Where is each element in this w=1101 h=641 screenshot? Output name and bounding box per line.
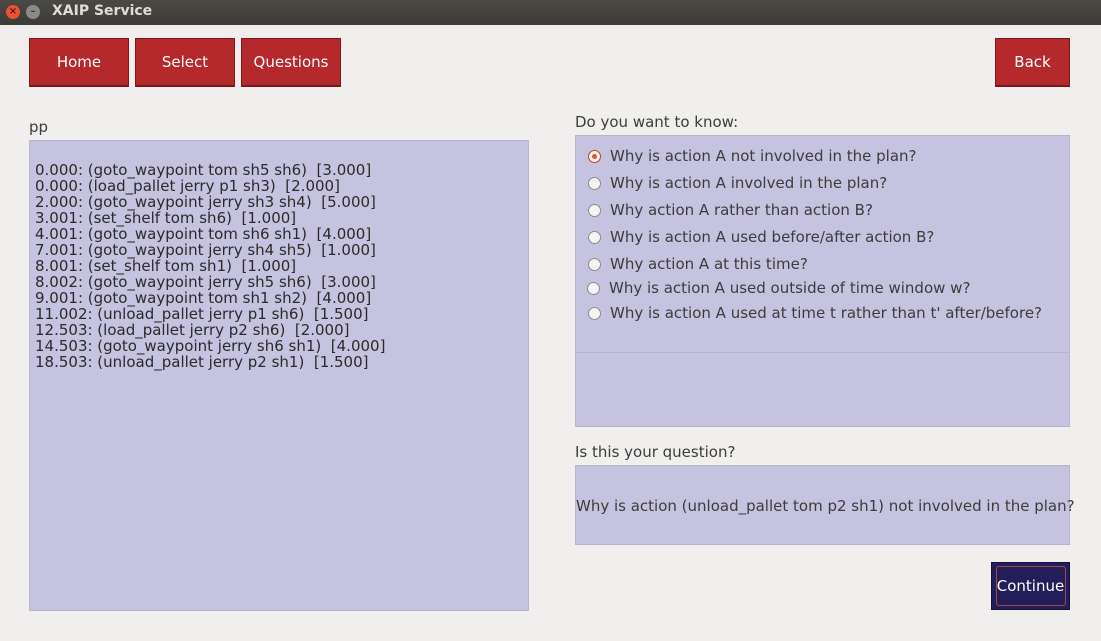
radio-button[interactable] (587, 281, 600, 295)
plan-line: 12.503: (load_pallet jerry p2 sh6) [2.00… (35, 321, 350, 339)
question-option-label: Why is action A involved in the plan? (610, 174, 888, 192)
select-button[interactable]: Select (135, 38, 235, 86)
question-option-label: Why is action A not involved in the plan… (610, 147, 917, 165)
questions-panel: Why is action A not involved in the plan… (575, 135, 1070, 427)
title-bar: × – XAIP Service (0, 0, 1101, 25)
question-option[interactable]: Why action A at this time? (588, 255, 808, 273)
question-option[interactable]: Why is action A used outside of time win… (587, 279, 970, 297)
radio-button[interactable] (588, 176, 601, 190)
questions-button[interactable]: Questions (241, 38, 341, 86)
plan-line: 18.503: (unload_pallet jerry p2 sh1) [1.… (35, 353, 369, 371)
home-button[interactable]: Home (29, 38, 129, 86)
plan-label: pp (29, 118, 49, 136)
plan-line: 2.000: (goto_waypoint jerry sh3 sh4) [5.… (35, 193, 376, 211)
radio-button[interactable] (588, 149, 601, 163)
question-option[interactable]: Why is action A used before/after action… (588, 228, 934, 246)
plan-line: 0.000: (load_pallet jerry p1 sh3) [2.000… (35, 177, 340, 195)
questions-label: Do you want to know: (575, 113, 739, 131)
question-option-label: Why is action A used at time t rather th… (610, 304, 1043, 322)
question-option[interactable]: Why is action A involved in the plan? (588, 174, 887, 192)
question-option-label: Why is action A used outside of time win… (609, 279, 971, 297)
plan-line: 0.000: (goto_waypoint tom sh5 sh6) [3.00… (35, 161, 372, 179)
radio-button[interactable] (588, 203, 601, 217)
confirm-panel: Why is action (unload_pallet tom p2 sh1)… (575, 465, 1075, 545)
question-option[interactable]: Why is action A not involved in the plan… (588, 147, 917, 165)
plan-list: 0.000: (goto_waypoint tom sh5 sh6) [3.00… (35, 162, 385, 370)
question-option-label: Why action A rather than action B? (610, 201, 873, 219)
panel-divider (576, 352, 1069, 353)
close-icon[interactable]: × (6, 5, 20, 19)
plan-line: 4.001: (goto_waypoint tom sh6 sh1) [4.00… (35, 225, 372, 243)
radio-button[interactable] (588, 257, 601, 271)
plan-line: 14.503: (goto_waypoint jerry sh6 sh1) [4… (35, 337, 386, 355)
plan-line: 8.001: (set_shelf tom sh1) [1.000] (35, 257, 297, 275)
plan-line: 11.002: (unload_pallet jerry p1 sh6) [1.… (35, 305, 369, 323)
plan-line: 9.001: (goto_waypoint tom sh1 sh2) [4.00… (35, 289, 372, 307)
question-option[interactable]: Why is action A used at time t rather th… (588, 304, 1042, 322)
minimize-icon[interactable]: – (26, 5, 40, 19)
plan-line: 3.001: (set_shelf tom sh6) [1.000] (35, 209, 297, 227)
plan-line: 7.001: (goto_waypoint jerry sh4 sh5) [1.… (35, 241, 376, 259)
back-button[interactable]: Back (995, 38, 1070, 86)
radio-button[interactable] (588, 230, 601, 244)
window-title: XAIP Service (52, 3, 153, 19)
confirm-label: Is this your question? (575, 443, 736, 461)
question-option-label: Why action A at this time? (610, 255, 808, 273)
continue-button[interactable]: Continue (991, 562, 1070, 610)
radio-button[interactable] (588, 306, 601, 320)
selected-question-text: Why is action (unload_pallet tom p2 sh1)… (576, 497, 1075, 515)
continue-label: Continue (995, 566, 1066, 606)
plan-panel[interactable]: 0.000: (goto_waypoint tom sh5 sh6) [3.00… (29, 140, 529, 611)
plan-line: 8.002: (goto_waypoint jerry sh5 sh6) [3.… (35, 273, 376, 291)
question-option[interactable]: Why action A rather than action B? (588, 201, 873, 219)
question-option-label: Why is action A used before/after action… (610, 228, 935, 246)
